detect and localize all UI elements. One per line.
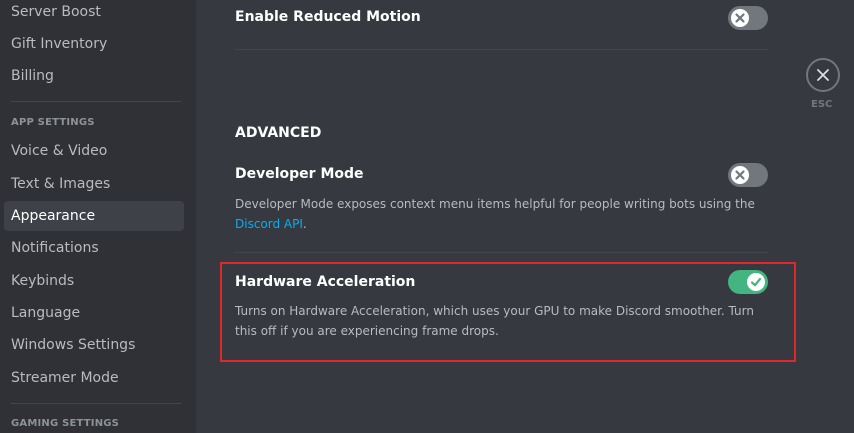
sidebar-item-label: Appearance [11, 208, 96, 224]
sidebar-item-label: Text & Images [11, 176, 111, 192]
developer-mode-description-end: . [302, 217, 307, 231]
hardware-acceleration-toggle[interactable] [728, 270, 768, 294]
sidebar-item-label: Server Boost [11, 4, 101, 20]
developer-mode-description: Developer Mode exposes context menu item… [235, 194, 775, 234]
sidebar-item-voice-video[interactable]: Voice & Video [4, 136, 184, 166]
hardware-acceleration-description: Turns on Hardware Acceleration, which us… [235, 304, 754, 338]
sidebar-item-billing[interactable]: Billing [4, 61, 184, 91]
sidebar-item-label: Gift Inventory [11, 36, 108, 52]
sidebar-item-label: Language [11, 305, 81, 321]
discord-api-link[interactable]: Discord API [235, 217, 303, 231]
app-settings-header: APP SETTINGS [11, 117, 95, 128]
check-icon [750, 277, 762, 287]
close-button[interactable] [806, 58, 840, 92]
sidebar-item-streamer-mode[interactable]: Streamer Mode [4, 363, 184, 393]
sidebar-item-gift-inventory[interactable]: Gift Inventory [4, 29, 184, 59]
sidebar-item-notifications[interactable]: Notifications [4, 233, 184, 263]
sidebar-divider [11, 403, 181, 404]
hardware-acceleration-title: Hardware Acceleration [235, 274, 416, 290]
developer-mode-title: Developer Mode [235, 166, 364, 182]
x-icon [735, 170, 745, 180]
section-divider [235, 252, 768, 253]
close-icon [817, 69, 829, 81]
sidebar-item-label: Windows Settings [11, 337, 136, 353]
sidebar-item-language[interactable]: Language [4, 298, 184, 328]
sidebar-item-label: Keybinds [11, 273, 75, 289]
sidebar-item-label: Billing [11, 68, 54, 84]
x-icon [735, 13, 745, 23]
gaming-settings-header: GAMING SETTINGS [11, 418, 120, 429]
sidebar-item-keybinds[interactable]: Keybinds [4, 266, 184, 296]
sidebar-item-server-boost[interactable]: Server Boost [4, 0, 184, 27]
esc-label: ESC [811, 99, 833, 110]
sidebar-item-label: Voice & Video [11, 143, 108, 159]
reduced-motion-toggle[interactable] [728, 6, 768, 30]
toggle-knob [731, 9, 749, 27]
sidebar-item-windows-settings[interactable]: Windows Settings [4, 330, 184, 360]
toggle-knob [731, 166, 749, 184]
advanced-heading: ADVANCED [235, 125, 322, 141]
developer-mode-description-text: Developer Mode exposes context menu item… [235, 197, 755, 211]
developer-mode-toggle[interactable] [728, 163, 768, 187]
section-divider [235, 49, 768, 50]
reduced-motion-title: Enable Reduced Motion [235, 9, 421, 25]
settings-sidebar: Server Boost Gift Inventory Billing APP … [0, 0, 196, 433]
sidebar-item-label: Notifications [11, 240, 99, 256]
sidebar-divider [11, 101, 181, 102]
sidebar-item-text-images[interactable]: Text & Images [4, 169, 184, 199]
sidebar-item-appearance[interactable]: Appearance [4, 201, 184, 231]
sidebar-item-label: Streamer Mode [11, 370, 119, 386]
toggle-knob [747, 273, 765, 291]
